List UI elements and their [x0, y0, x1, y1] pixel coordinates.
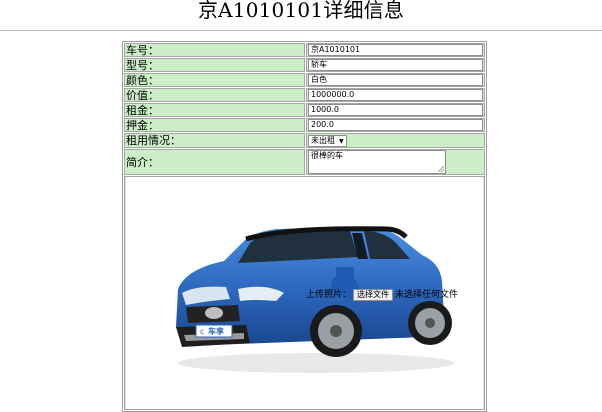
rent-field[interactable]: 1000.0 — [308, 104, 483, 116]
table-row: 简介： 很棒的车 — [124, 149, 485, 175]
chevron-down-icon: ▼ — [339, 138, 344, 145]
table-row: 型号： 轿车 — [124, 58, 485, 72]
resize-grip-icon[interactable] — [438, 166, 444, 172]
page-title: 京A1010101详细信息 — [197, 0, 405, 22]
color-label: 颜色： — [124, 73, 305, 87]
deposit-field[interactable]: 200.0 — [308, 119, 483, 131]
image-cell: c 车享 上传照片： 选择文件 未选择任何文件 — [124, 176, 485, 410]
table-row: 价值： 1000000.0 — [124, 88, 485, 102]
plate-field[interactable]: 京A1010101 — [308, 44, 483, 56]
rent-status-select[interactable]: 未出租 ▼ — [308, 135, 347, 147]
upload-status: 未选择任何文件 — [395, 290, 459, 300]
rent-label: 租金： — [124, 103, 305, 117]
value-label: 价值： — [124, 88, 305, 102]
choose-file-button[interactable]: 选择文件 — [353, 289, 394, 301]
rent-status-value: 未出租 — [311, 136, 335, 145]
rent-status-label: 租用情况： — [124, 133, 305, 148]
deposit-label: 押金： — [124, 118, 305, 132]
table-row: 颜色： 白色 — [124, 73, 485, 87]
car-detail-table: 车号： 京A1010101 型号： 轿车 颜色： 白色 价值： 1000000.… — [122, 41, 487, 412]
plate-logo-text: 车享 — [208, 326, 224, 336]
table-row: 押金： 200.0 — [124, 118, 485, 132]
image-area: c 车享 上传照片： 选择文件 未选择任何文件 — [126, 177, 483, 409]
table-row: 车号： 京A1010101 — [124, 43, 485, 57]
table-row: 租用情况： 未出租 ▼ — [124, 133, 485, 148]
model-label: 型号： — [124, 58, 305, 72]
title-divider — [0, 30, 602, 31]
color-field[interactable]: 白色 — [308, 74, 483, 86]
upload-row: 上传照片： 选择文件 未选择任何文件 — [306, 289, 458, 301]
model-field[interactable]: 轿车 — [308, 59, 483, 71]
description-textarea[interactable]: 很棒的车 — [308, 150, 446, 174]
description-text: 很棒的车 — [311, 151, 343, 160]
plate-label: 车号： — [124, 43, 305, 57]
table-row: 租金： 1000.0 — [124, 103, 485, 117]
table-row: c 车享 上传照片： 选择文件 未选择任何文件 — [124, 176, 485, 410]
description-label: 简介： — [124, 149, 305, 175]
upload-label: 上传照片： — [306, 290, 352, 300]
plate-logo-text: c — [200, 327, 204, 336]
value-field[interactable]: 1000000.0 — [308, 89, 483, 101]
